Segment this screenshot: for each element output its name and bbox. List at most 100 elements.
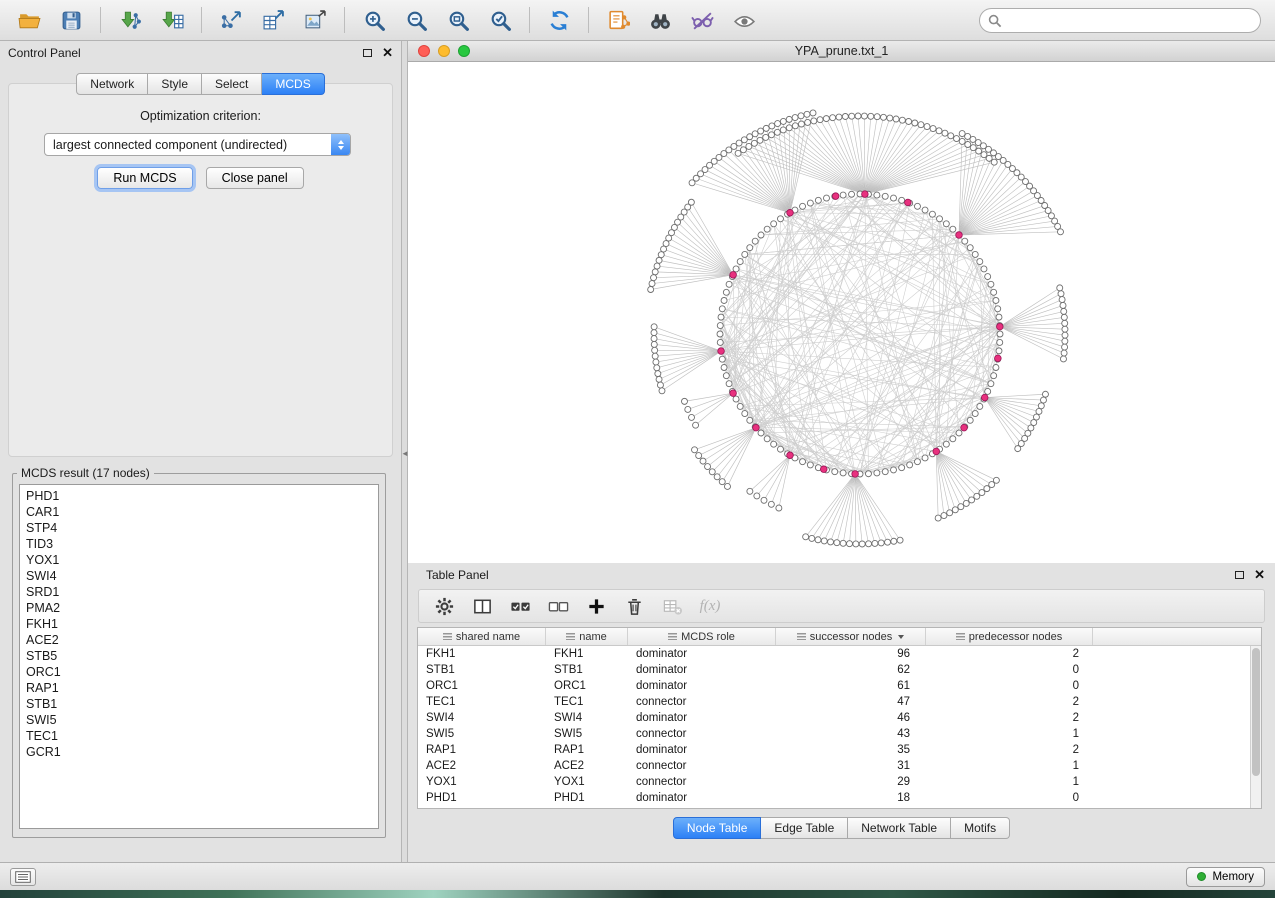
table-cell: dominator: [628, 662, 776, 678]
close-panel-icon[interactable]: ✕: [1254, 570, 1265, 580]
search-network-button[interactable]: [639, 3, 681, 37]
result-node-item[interactable]: RAP1: [20, 680, 378, 696]
tab-edge-table[interactable]: Edge Table: [761, 817, 848, 839]
toolbar-separator: [100, 7, 101, 33]
graphics-details-button[interactable]: [681, 3, 723, 37]
result-node-item[interactable]: SWI4: [20, 568, 378, 584]
table-scrollbar[interactable]: [1250, 646, 1261, 808]
table-cell: dominator: [628, 742, 776, 758]
table-row[interactable]: SWI5SWI5connector431: [418, 726, 1250, 742]
table-row[interactable]: ORC1ORC1dominator610: [418, 678, 1250, 694]
column-header-successor-nodes[interactable]: successor nodes: [776, 628, 926, 645]
tab-motifs[interactable]: Motifs: [951, 817, 1010, 839]
import-network-button[interactable]: [109, 3, 151, 37]
zoom-fit-button[interactable]: [437, 3, 479, 37]
export-image-icon: [304, 9, 327, 32]
run-mcds-button[interactable]: Run MCDS: [97, 167, 192, 189]
result-node-item[interactable]: SRD1: [20, 584, 378, 600]
export-image-button[interactable]: [294, 3, 336, 37]
status-menu-button[interactable]: [10, 868, 36, 886]
tab-network-table[interactable]: Network Table: [848, 817, 951, 839]
result-node-item[interactable]: ORC1: [20, 664, 378, 680]
result-node-item[interactable]: TEC1: [20, 728, 378, 744]
result-node-item[interactable]: STP4: [20, 520, 378, 536]
export-network-button[interactable]: [210, 3, 252, 37]
table-cell: 46: [776, 710, 926, 726]
table-row[interactable]: TEC1TEC1connector472: [418, 694, 1250, 710]
table-cell: YOX1: [418, 774, 546, 790]
table-cell: dominator: [628, 678, 776, 694]
mcds-result-list: PHD1CAR1STP4TID3YOX1SWI4SRD1PMA2FKH1ACE2…: [19, 484, 379, 829]
scrollbar-thumb[interactable]: [1252, 648, 1260, 776]
network-graph[interactable]: [408, 62, 1275, 563]
close-panel-button[interactable]: Close panel: [206, 167, 304, 189]
table-row[interactable]: FKH1FKH1dominator962: [418, 646, 1250, 662]
apply-layout-icon: [548, 9, 571, 32]
result-node-item[interactable]: YOX1: [20, 552, 378, 568]
delete-table-button[interactable]: [655, 592, 689, 620]
result-node-item[interactable]: TID3: [20, 536, 378, 552]
column-header-name[interactable]: name: [546, 628, 628, 645]
result-node-item[interactable]: PHD1: [20, 488, 378, 504]
main-toolbar: [0, 0, 1275, 41]
column-header-mcds-role[interactable]: MCDS role: [628, 628, 776, 645]
zoom-in-button[interactable]: [353, 3, 395, 37]
share-document-button[interactable]: [597, 3, 639, 37]
close-window-button[interactable]: [418, 45, 430, 57]
table-row[interactable]: RAP1RAP1dominator352: [418, 742, 1250, 758]
export-table-button[interactable]: [252, 3, 294, 37]
maximize-window-button[interactable]: [458, 45, 470, 57]
table-cell: 0: [926, 678, 1093, 694]
table-cell: STB1: [418, 662, 546, 678]
delete-column-button[interactable]: [617, 592, 651, 620]
table-row[interactable]: STB1STB1dominator620: [418, 662, 1250, 678]
tab-node-table[interactable]: Node Table: [673, 817, 762, 839]
memory-button[interactable]: Memory: [1186, 867, 1265, 887]
folder-open-icon: [18, 9, 41, 32]
zoom-out-button[interactable]: [395, 3, 437, 37]
column-header-predecessor-nodes[interactable]: predecessor nodes: [926, 628, 1093, 645]
table-cell: 1: [926, 726, 1093, 742]
deselect-all-button[interactable]: [541, 592, 575, 620]
panel-splitter[interactable]: ◄: [401, 41, 408, 862]
table-panel-title: Table Panel: [426, 568, 489, 582]
column-menu-icon: [797, 633, 806, 640]
toggle-visibility-button[interactable]: [723, 3, 765, 37]
result-node-item[interactable]: PMA2: [20, 600, 378, 616]
zoom-selected-button[interactable]: [479, 3, 521, 37]
result-node-item[interactable]: STB5: [20, 648, 378, 664]
float-panel-icon[interactable]: [363, 49, 372, 57]
result-node-item[interactable]: FKH1: [20, 616, 378, 632]
minimize-window-button[interactable]: [438, 45, 450, 57]
table-settings-button[interactable]: [427, 592, 461, 620]
apply-layout-button[interactable]: [538, 3, 580, 37]
criterion-select[interactable]: largest connected component (undirected): [44, 133, 351, 156]
table-row[interactable]: YOX1YOX1connector291: [418, 774, 1250, 790]
float-panel-icon[interactable]: [1235, 571, 1244, 579]
column-menu-icon: [566, 633, 575, 640]
collapse-left-icon[interactable]: ◄: [401, 449, 409, 458]
function-builder-button[interactable]: f(x): [693, 592, 727, 620]
show-columns-button[interactable]: [465, 592, 499, 620]
result-node-item[interactable]: GCR1: [20, 744, 378, 760]
table-panel: Table Panel ✕: [408, 563, 1275, 862]
table-row[interactable]: PHD1PHD1dominator180: [418, 790, 1250, 806]
open-file-button[interactable]: [8, 3, 50, 37]
table-cell: ORC1: [418, 678, 546, 694]
select-all-button[interactable]: [503, 592, 537, 620]
table-cell: PHD1: [418, 790, 546, 806]
add-column-button[interactable]: [579, 592, 613, 620]
search-input[interactable]: [1006, 13, 1236, 27]
result-node-item[interactable]: CAR1: [20, 504, 378, 520]
column-header-shared-name[interactable]: shared name: [418, 628, 546, 645]
network-window: YPA_prune.txt_1: [408, 41, 1275, 563]
table-row[interactable]: SWI4SWI4dominator462: [418, 710, 1250, 726]
result-node-item[interactable]: ACE2: [20, 632, 378, 648]
save-session-button[interactable]: [50, 3, 92, 37]
result-node-item[interactable]: SWI5: [20, 712, 378, 728]
zoom-in-icon: [363, 9, 386, 32]
import-table-button[interactable]: [151, 3, 193, 37]
close-panel-icon[interactable]: ✕: [382, 48, 393, 58]
table-row[interactable]: ACE2ACE2connector311: [418, 758, 1250, 774]
result-node-item[interactable]: STB1: [20, 696, 378, 712]
